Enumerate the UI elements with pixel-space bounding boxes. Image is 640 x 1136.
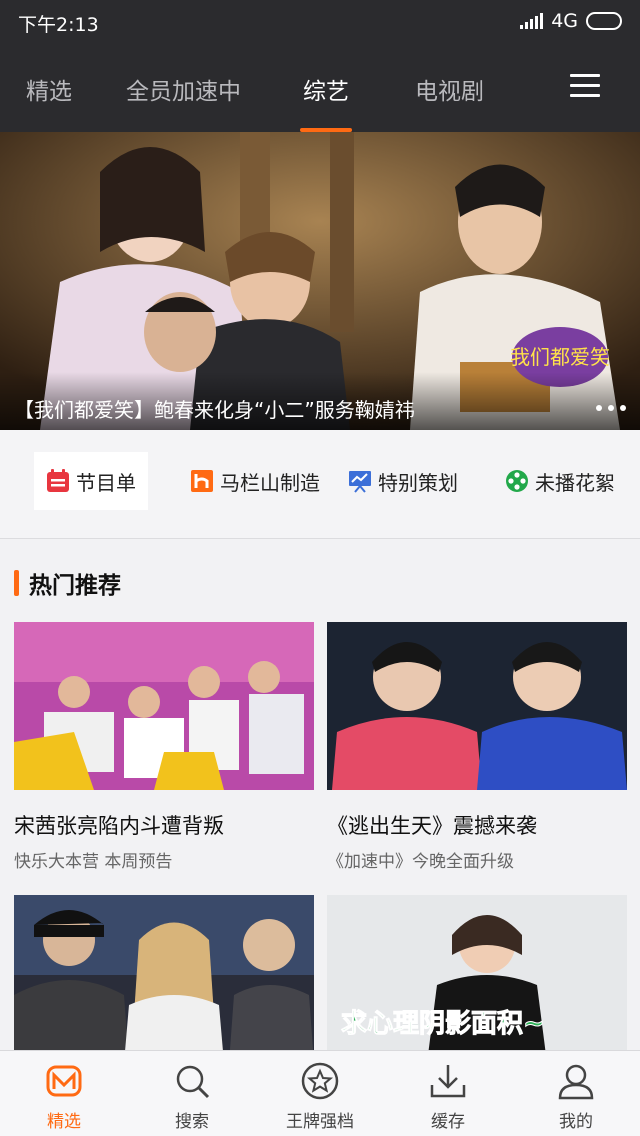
bottom-tab-label: 精选	[47, 1112, 81, 1132]
show-logo: 我们都爱笑	[510, 345, 610, 369]
video-card[interactable]: 《逃出生天》震撼来袭 《加速中》今晚全面升级	[327, 622, 627, 872]
network-type: 4G	[551, 10, 578, 32]
battery-icon	[586, 12, 622, 30]
category-label: 马栏山制造	[220, 470, 320, 495]
bottom-tab-downloads[interactable]: 缓存	[384, 1051, 512, 1136]
tab-variety[interactable]: 综艺	[303, 72, 349, 106]
video-title: 《逃出生天》震撼来袭	[327, 814, 537, 838]
video-thumbnail: 求心理阴影面积~	[327, 895, 627, 1063]
thumbnail-caption: 求心理阴影面积~	[341, 1009, 546, 1040]
category-unaired-clips[interactable]: 未播花絮	[505, 452, 615, 510]
bottom-tab-search[interactable]: 搜索	[128, 1051, 256, 1136]
category-label: 未播花絮	[535, 470, 615, 495]
banner-caption: 【我们都爱笑】鲍春来化身“小二”服务鞠婧祎	[14, 398, 415, 422]
status-indicators: 4G	[520, 10, 622, 32]
app-screen: 下午2:13 4G 精选 全员加速中 综艺 电视剧 我们都爱笑 【我们都爱笑】鲍…	[0, 0, 640, 1136]
category-malanshan-made[interactable]: 马栏山制造	[190, 452, 320, 510]
video-subtitle: 快乐大本营 本周预告	[14, 852, 173, 872]
video-card[interactable]	[14, 895, 314, 1063]
download-icon	[430, 1065, 466, 1098]
mangguo-h-icon	[191, 470, 213, 492]
user-icon	[558, 1064, 594, 1100]
search-icon	[176, 1065, 210, 1099]
bottom-tab-label: 缓存	[431, 1112, 465, 1132]
mgtv-logo-icon	[46, 1065, 82, 1097]
bottom-tab-top-shows[interactable]: 王牌强档	[256, 1051, 384, 1136]
hot-section-header: 热门推荐	[14, 566, 121, 600]
video-subtitle: 《加速中》今晚全面升级	[327, 852, 514, 872]
top-nav: 精选 全员加速中 综艺 电视剧	[0, 44, 640, 132]
menu-icon[interactable]	[570, 74, 600, 98]
video-card[interactable]: 求心理阴影面积~	[327, 895, 627, 1063]
signal-icon	[520, 13, 544, 29]
bottom-tab-profile[interactable]: 我的	[512, 1051, 640, 1136]
section-accent-bar	[14, 570, 19, 596]
video-thumbnail	[327, 622, 627, 790]
star-icon	[301, 1062, 339, 1100]
category-label: 特别策划	[378, 470, 458, 495]
tab-all-accelerating[interactable]: 全员加速中	[126, 72, 241, 106]
bottom-tab-featured[interactable]: 精选	[0, 1051, 128, 1136]
tab-featured[interactable]: 精选	[26, 72, 72, 106]
section-title: 热门推荐	[29, 573, 121, 599]
category-row: 节目单 马栏山制造 特别策划 未播花絮	[0, 430, 640, 539]
category-program-guide[interactable]: 节目单	[34, 452, 148, 510]
film-reel-icon	[506, 470, 528, 492]
bottom-tab-label: 王牌强档	[286, 1112, 354, 1132]
video-thumbnail	[14, 622, 314, 790]
status-bar: 下午2:13 4G	[0, 0, 640, 44]
category-special-feature[interactable]: 特别策划	[348, 452, 458, 510]
video-thumbnail	[14, 895, 314, 1063]
status-time: 下午2:13	[18, 14, 99, 36]
video-title: 宋茜张亮陷内斗遭背叛	[14, 814, 224, 838]
bottom-tab-label: 搜索	[175, 1112, 209, 1132]
category-label: 节目单	[76, 470, 136, 495]
tab-tv-series[interactable]: 电视剧	[415, 72, 484, 106]
video-card[interactable]: 宋茜张亮陷内斗遭背叛 快乐大本营 本周预告	[14, 622, 314, 872]
calendar-icon	[47, 469, 69, 492]
hero-banner[interactable]: 我们都爱笑 【我们都爱笑】鲍春来化身“小二”服务鞠婧祎	[0, 132, 640, 430]
bottom-tab-label: 我的	[559, 1112, 593, 1132]
bottom-nav: 精选 搜索 王牌强档 缓存 我的	[0, 1050, 640, 1136]
presentation-icon	[349, 471, 371, 493]
banner-pagination	[596, 405, 626, 411]
